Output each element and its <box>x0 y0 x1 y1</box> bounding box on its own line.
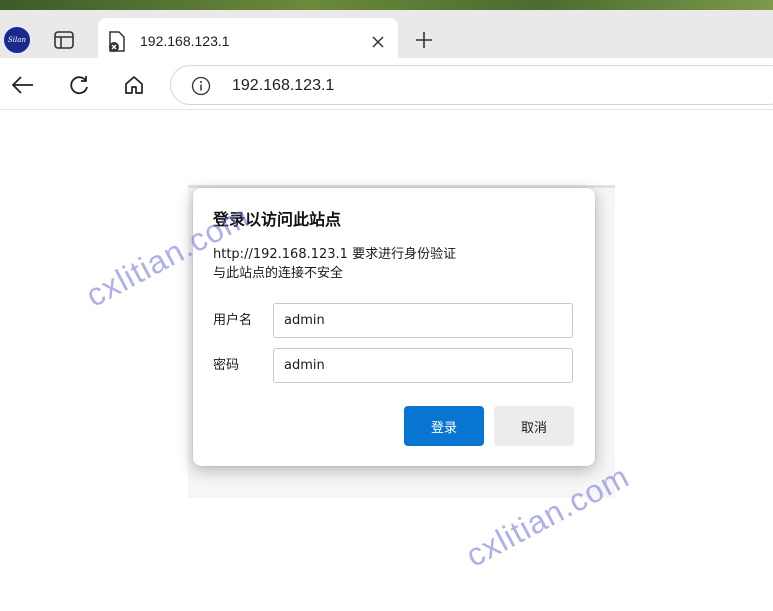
dialog-message: http://192.168.123.1 要求进行身份验证 与此站点的连接不安全 <box>213 245 456 283</box>
back-arrow-icon[interactable] <box>10 72 36 98</box>
insecure-page-icon <box>108 31 126 53</box>
address-url[interactable]: 192.168.123.1 <box>232 76 334 96</box>
profile-avatar[interactable]: Silan <box>2 25 32 55</box>
browser-toolbar: 192.168.123.1 <box>0 58 773 110</box>
tab-actions-icon[interactable] <box>50 28 78 52</box>
refresh-icon[interactable] <box>66 72 92 98</box>
dialog-message-line2: 与此站点的连接不安全 <box>213 266 344 281</box>
home-icon[interactable] <box>121 72 147 98</box>
password-input[interactable] <box>273 348 573 383</box>
username-label: 用户名 <box>213 313 253 328</box>
new-tab-icon[interactable] <box>412 28 436 52</box>
login-button[interactable]: 登录 <box>404 406 484 446</box>
dialog-message-line1: http://192.168.123.1 要求进行身份验证 <box>213 247 457 262</box>
window-top-strip <box>0 0 773 10</box>
cancel-button[interactable]: 取消 <box>494 406 574 446</box>
profile-label: Silan <box>8 36 26 44</box>
username-input[interactable] <box>273 303 573 338</box>
password-label: 密码 <box>213 358 240 373</box>
address-bar[interactable]: 192.168.123.1 <box>170 65 773 105</box>
tab-title: 192.168.123.1 <box>140 33 230 49</box>
close-tab-icon[interactable] <box>368 32 388 52</box>
site-info-icon[interactable] <box>191 76 211 96</box>
